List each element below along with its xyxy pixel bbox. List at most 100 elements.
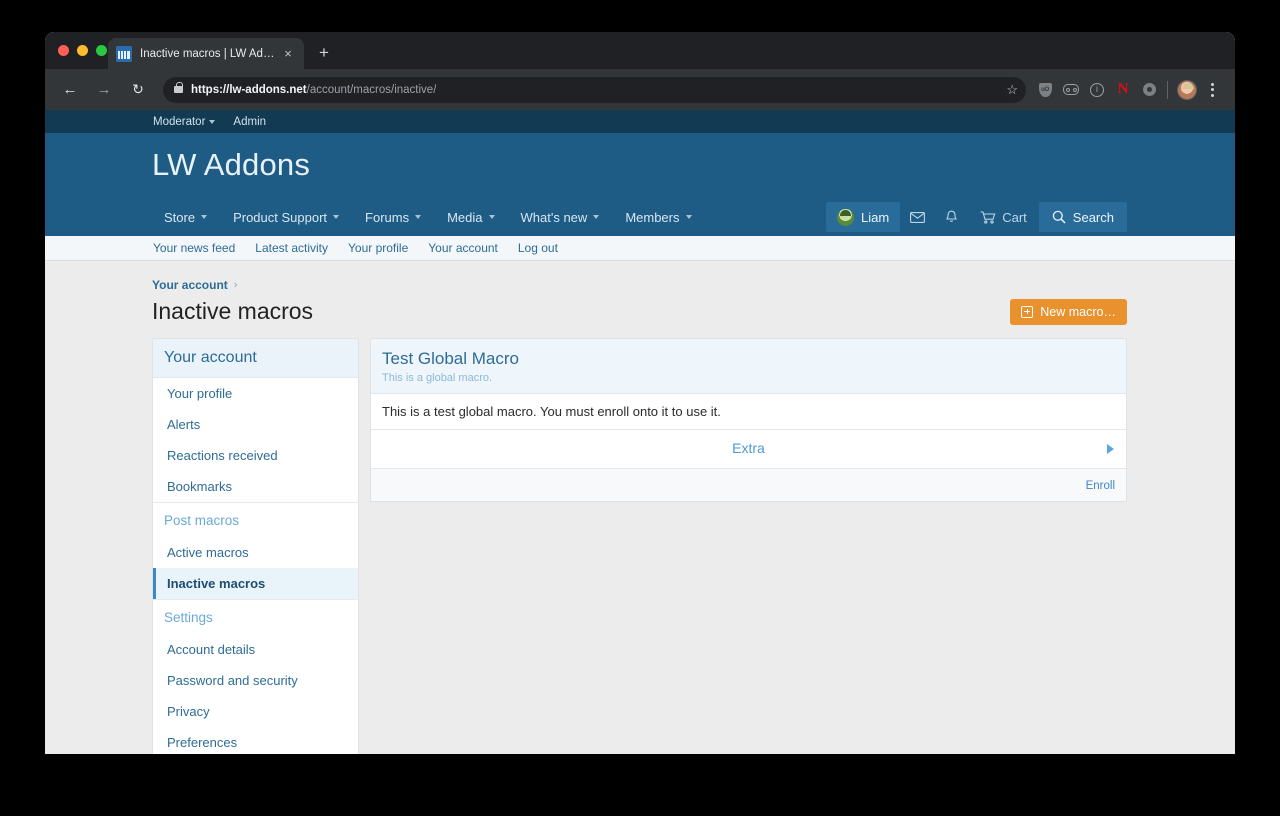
plus-square-icon [1021, 305, 1034, 318]
breadcrumb-item-your-account[interactable]: Your account [152, 278, 228, 292]
cart-label: Cart [1002, 209, 1027, 225]
goggles-extension-icon[interactable] [1058, 77, 1084, 103]
enroll-link[interactable]: Enroll [1086, 480, 1115, 492]
reload-icon[interactable]: ↻ [125, 77, 151, 103]
staff-bar-item-moderator[interactable]: Moderator [153, 116, 216, 128]
search-label: Search [1072, 209, 1114, 225]
search-icon [1052, 210, 1066, 224]
bell-glyph [945, 210, 957, 222]
subnav-item-your-account[interactable]: Your account [428, 241, 498, 255]
subnav-item-your-profile[interactable]: Your profile [348, 241, 408, 255]
chart-favicon-icon [116, 45, 132, 62]
window-controls [58, 45, 107, 56]
macro-card-footer: Enroll [371, 468, 1126, 501]
page-title-row: Inactive macros New macro… [152, 298, 1127, 326]
toolbar-divider [1167, 80, 1168, 99]
search-button[interactable]: Search [1038, 202, 1127, 233]
sidebar-item-reactions-received[interactable]: Reactions received [153, 440, 358, 471]
content-columns: Your account Your profile Alerts Reactio… [152, 338, 1127, 754]
netflix-glyph: N [1117, 81, 1129, 97]
cart-button[interactable]: Cart [968, 202, 1039, 232]
browser-profile-avatar[interactable] [1177, 79, 1197, 100]
chevron-down-icon [685, 215, 692, 220]
alerts-bell-icon[interactable] [934, 202, 968, 232]
url-path: /account/macros/inactive/ [306, 83, 437, 96]
sidebar-item-account-details[interactable]: Account details [153, 634, 358, 665]
ublock-origin-icon[interactable]: uO [1032, 77, 1058, 103]
maximize-window-button[interactable] [96, 45, 107, 56]
nav-item-media[interactable]: Media [434, 199, 507, 236]
minimize-window-button[interactable] [77, 45, 88, 56]
tab-title: Inactive macros | LW Addons [140, 47, 280, 60]
bookmark-star-icon[interactable]: ☆ [1006, 81, 1018, 99]
macro-title: Test Global Macro [382, 349, 519, 369]
sidebar-section-settings: Settings [153, 599, 358, 634]
browser-menu-icon[interactable] [1201, 79, 1223, 101]
sidebar-item-inactive-macros[interactable]: Inactive macros [153, 568, 358, 600]
sidebar-heading: Your account [153, 339, 358, 379]
close-window-button[interactable] [58, 45, 69, 56]
account-sidebar: Your account Your profile Alerts Reactio… [152, 338, 359, 754]
nav-item-whats-new[interactable]: What's new [508, 199, 613, 236]
main-navigation: Store Product Support Forums Media What'… [45, 199, 1235, 236]
browser-toolbar: ← → ↻ https://lw-addons.net/account/macr… [45, 69, 1235, 110]
macro-card-header: Test Global Macro This is a global macro… [371, 339, 1126, 394]
chevron-down-icon [488, 215, 495, 220]
inbox-icon[interactable] [900, 202, 934, 232]
breadcrumb-separator-icon: › [233, 278, 238, 291]
sidebar-item-active-macros[interactable]: Active macros [153, 537, 358, 568]
user-menu-button[interactable]: Liam [826, 202, 901, 233]
nav-label: What's new [520, 209, 588, 225]
chevron-down-icon [333, 215, 340, 220]
back-icon[interactable]: ← [57, 77, 83, 103]
new-tab-button[interactable]: + [314, 44, 334, 64]
sidebar-item-password-and-security[interactable]: Password and security [153, 665, 358, 696]
url-text: https://lw-addons.net/account/macros/ina… [191, 84, 436, 96]
subnav-item-your-news-feed[interactable]: Your news feed [153, 241, 235, 255]
sidebar-item-bookmarks[interactable]: Bookmarks [153, 471, 358, 502]
sidebar-section-post-macros: Post macros [153, 502, 358, 537]
sidebar-item-preferences[interactable]: Preferences [153, 727, 358, 754]
chevron-down-icon [201, 215, 208, 220]
sidebar-item-your-profile[interactable]: Your profile [153, 378, 358, 409]
nav-label: Store [164, 209, 196, 225]
sidebar-item-privacy[interactable]: Privacy [153, 696, 358, 727]
browser-window: Inactive macros | LW Addons × + ← → ↻ ht… [45, 32, 1235, 754]
nav-item-product-support[interactable]: Product Support [220, 199, 352, 236]
envelope-glyph [909, 211, 925, 223]
url-host: https://lw-addons.net [191, 83, 307, 96]
macro-extra-row[interactable]: Extra [371, 430, 1126, 469]
staff-bar-item-admin[interactable]: Admin [233, 116, 266, 128]
ublock-shield-glyph: uO [1038, 82, 1052, 97]
nav-user-area: Liam Cart Search [826, 199, 1127, 236]
browser-tab[interactable]: Inactive macros | LW Addons × [108, 38, 304, 69]
nav-item-members[interactable]: Members [612, 199, 704, 236]
avatar [837, 208, 855, 226]
main-column: Test Global Macro This is a global macro… [370, 338, 1127, 502]
netflix-icon[interactable]: N [1110, 77, 1136, 103]
nav-item-store[interactable]: Store [152, 199, 220, 236]
site-logo[interactable]: LW Addons [45, 148, 1235, 182]
cart-icon [980, 210, 996, 224]
close-tab-icon[interactable]: × [280, 46, 296, 62]
breadcrumb: Your account › [152, 278, 1127, 292]
tab-strip: Inactive macros | LW Addons × + [45, 32, 1235, 69]
nav-item-forums[interactable]: Forums [352, 199, 434, 236]
subnav-item-log-out[interactable]: Log out [518, 241, 558, 255]
page-viewport: Moderator Admin LW Addons Store Product … [45, 110, 1235, 754]
new-macro-button[interactable]: New macro… [1010, 298, 1127, 326]
macro-extra-link[interactable]: Extra [732, 440, 765, 456]
nav-label: Media [447, 209, 483, 225]
extension-gear-icon[interactable] [1136, 77, 1162, 103]
chevron-down-icon [593, 215, 600, 220]
forward-icon[interactable]: → [91, 77, 117, 103]
sidebar-item-alerts[interactable]: Alerts [153, 409, 358, 440]
address-bar[interactable]: https://lw-addons.net/account/macros/ina… [163, 76, 1026, 103]
info-circle-icon[interactable]: i [1084, 77, 1110, 103]
subnav-item-latest-activity[interactable]: Latest activity [255, 241, 328, 255]
site-masthead: LW Addons Store Product Support Forums M… [45, 133, 1235, 236]
macro-description: This is a test global macro. You must en… [371, 394, 1126, 430]
username-label: Liam [861, 209, 890, 225]
chevron-right-icon[interactable] [1107, 443, 1114, 454]
nav-label: Product Support [233, 209, 328, 225]
